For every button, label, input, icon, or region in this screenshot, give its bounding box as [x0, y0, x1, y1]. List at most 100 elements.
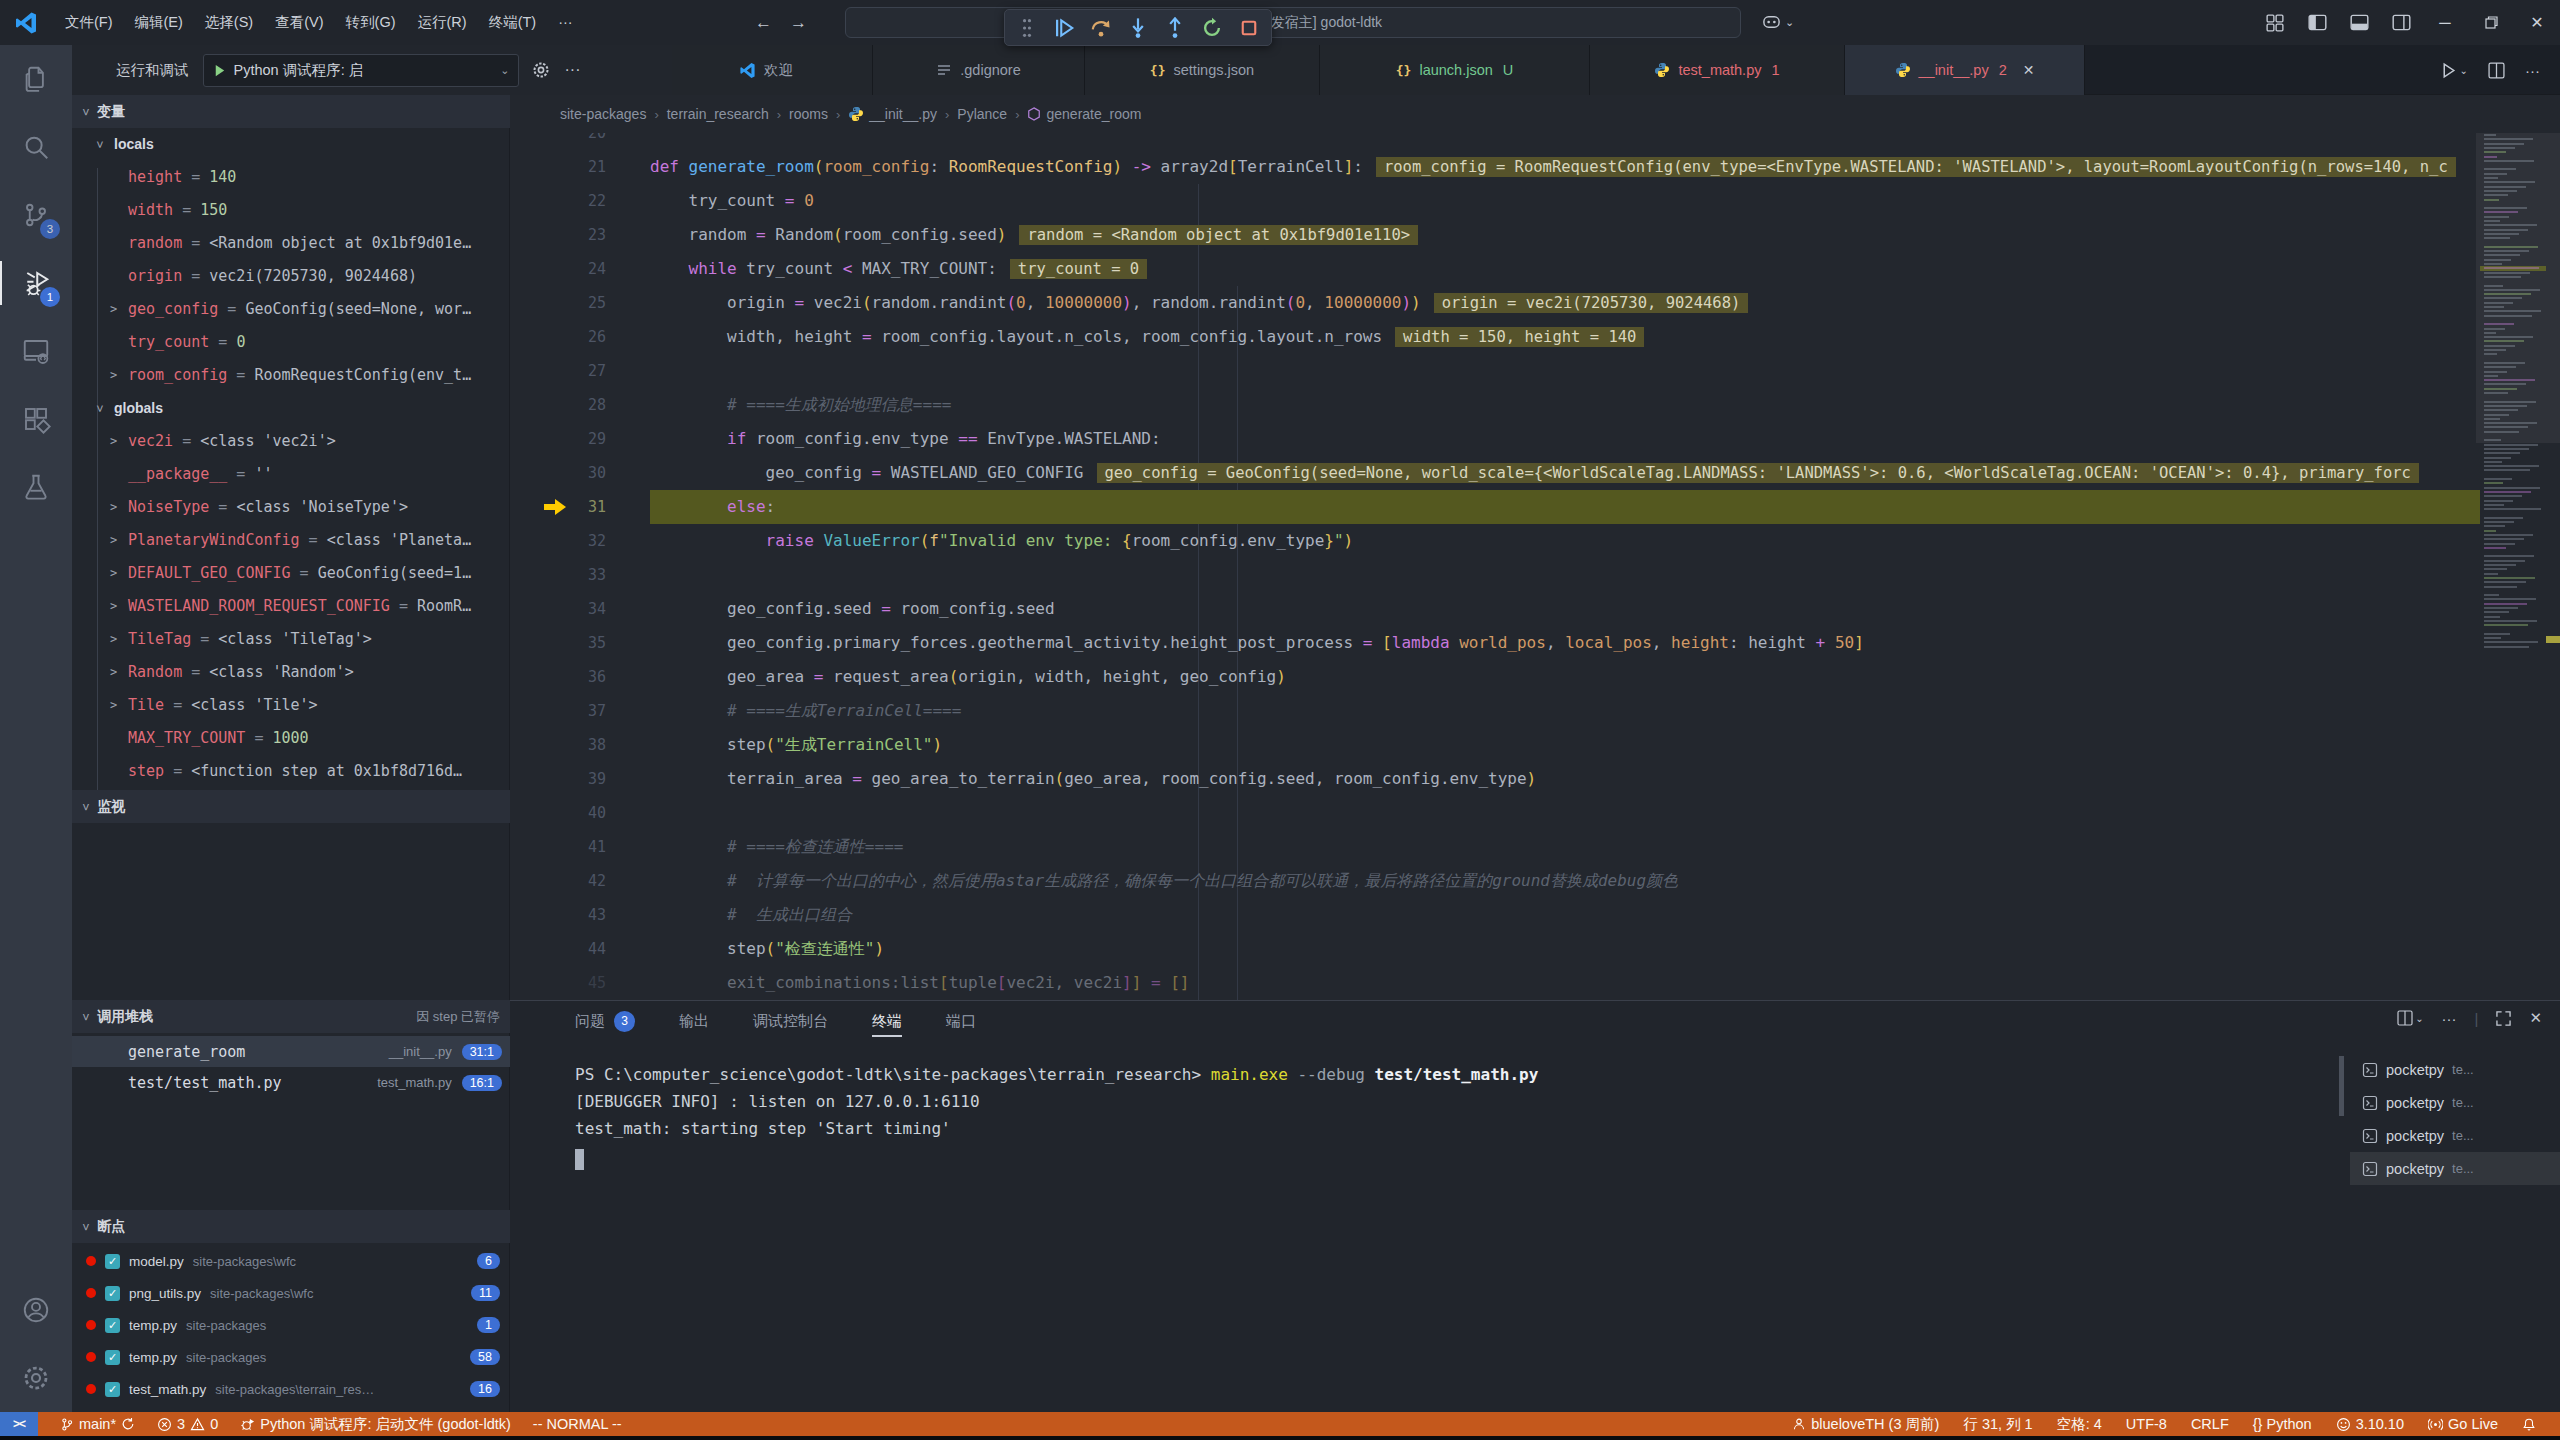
breakpoint-row[interactable]: ✓png_utils.pysite-packages\wfc11: [72, 1277, 510, 1309]
variable-row[interactable]: >DEFAULT_GEO_CONFIG = GeoConfig(seed=1…: [72, 557, 510, 590]
status-item[interactable]: 30: [157, 1416, 218, 1432]
breakpoint-row[interactable]: ✓temp.pysite-packages58: [72, 1341, 510, 1373]
breakpoint-checkbox[interactable]: ✓: [105, 1350, 120, 1365]
copilot-icon[interactable]: ⌄: [1762, 0, 1794, 45]
breakpoints-section-header[interactable]: >断点: [72, 1210, 510, 1243]
variable-row[interactable]: MAX_TRY_COUNT = 1000: [72, 722, 510, 755]
breakpoint-checkbox[interactable]: ✓: [105, 1382, 120, 1397]
breakpoint-row[interactable]: ✓temp.pysite-packages1: [72, 1309, 510, 1341]
breadcrumb-item[interactable]: rooms: [789, 106, 828, 122]
call-stack-frame[interactable]: test/test_math.pytest_math.py16:1: [72, 1067, 510, 1098]
breakpoint-checkbox[interactable]: ✓: [105, 1286, 120, 1301]
menu-item[interactable]: 转到(G): [335, 0, 407, 45]
toggle-secondary-sidebar-icon[interactable]: [2380, 0, 2422, 45]
menu-item[interactable]: 编辑(E): [124, 0, 194, 45]
variable-row[interactable]: width = 150: [72, 194, 510, 227]
remote-indicator[interactable]: ><: [0, 1412, 38, 1436]
toggle-sidebar-icon[interactable]: [2296, 0, 2338, 45]
call-stack-section-header[interactable]: >调用堆栈因 step 已暂停: [72, 1000, 510, 1033]
panel-scrollbar[interactable]: [2339, 1056, 2344, 1116]
breadcrumb-item[interactable]: __init__.py: [848, 106, 937, 122]
run-file-button[interactable]: ⌄: [2440, 62, 2468, 79]
sidebar-icon-testing[interactable]: [0, 453, 72, 521]
menu-item[interactable]: 文件(F): [54, 0, 124, 45]
close-panel-icon[interactable]: ✕: [2529, 1009, 2542, 1027]
variable-row[interactable]: >Tile = <class 'Tile'>: [72, 689, 510, 722]
panel-tab-输出[interactable]: 输出: [679, 1001, 709, 1041]
status-item[interactable]: main*: [60, 1416, 135, 1432]
sidebar-icon-remote-explorer[interactable]: [0, 317, 72, 385]
tab-__init__.py[interactable]: __init__.py2✕: [1845, 45, 2085, 95]
breakpoint-row[interactable]: ✓model.pysite-packages\wfc6: [72, 1245, 510, 1277]
step-out-button[interactable]: [1158, 13, 1191, 43]
variables-section-header[interactable]: >变量: [72, 95, 510, 128]
variable-row[interactable]: >room_config = RoomRequestConfig(env_t…: [72, 359, 510, 392]
variable-row[interactable]: origin = vec2i(7205730, 9024468): [72, 260, 510, 293]
tab-settings.json[interactable]: {}settings.json: [1085, 45, 1320, 95]
customize-layout-icon[interactable]: [2254, 0, 2296, 45]
more-actions-icon[interactable]: ···: [2525, 62, 2540, 79]
variable-row[interactable]: >Random = <class 'Random'>: [72, 656, 510, 689]
sidebar-icon-source-control[interactable]: 3: [0, 181, 72, 249]
terminal-list-item[interactable]: pocketpyte...: [2350, 1119, 2560, 1152]
back-arrow-icon[interactable]: ←: [755, 13, 772, 33]
variable-row[interactable]: step = <function step at 0x1bf8d716d…: [72, 755, 510, 788]
terminal-list-item[interactable]: pocketpyte...: [2350, 1053, 2560, 1086]
status-item[interactable]: Go Live: [2428, 1416, 2498, 1432]
status-item[interactable]: 空格: 4: [2057, 1415, 2102, 1434]
variable-row[interactable]: >PlanetaryWindConfig = <class 'Planeta…: [72, 524, 510, 557]
breakpoint-checkbox[interactable]: ✓: [105, 1254, 120, 1269]
terminal-output[interactable]: PS C:\computer_science\godot-ldtk\site-p…: [575, 1061, 1538, 1142]
status-item[interactable]: {} Python: [2253, 1416, 2312, 1432]
variable-row[interactable]: >NoiseType = <class 'NoiseType'>: [72, 491, 510, 524]
variable-group[interactable]: >globals: [72, 392, 510, 425]
sidebar-icon-search[interactable]: [0, 113, 72, 181]
variable-row[interactable]: height = 140: [72, 161, 510, 194]
sidebar-icon-explorer[interactable]: [0, 45, 72, 113]
panel-tab-端口[interactable]: 端口: [946, 1001, 976, 1041]
start-debug-icon[interactable]: [212, 63, 227, 78]
menu-item[interactable]: 终端(T): [478, 0, 548, 45]
status-item[interactable]: [2522, 1417, 2536, 1432]
split-terminal-icon[interactable]: ⌄: [2397, 1010, 2423, 1026]
status-item[interactable]: -- NORMAL --: [533, 1416, 622, 1432]
breadcrumb-item[interactable]: generate_room: [1027, 106, 1141, 122]
toggle-panel-icon[interactable]: [2338, 0, 2380, 45]
variable-row[interactable]: try_count = 0: [72, 326, 510, 359]
breadcrumb-item[interactable]: site-packages: [560, 106, 646, 122]
variable-row[interactable]: __package__ = '': [72, 458, 510, 491]
call-stack-frame[interactable]: generate_room__init__.py31:1: [72, 1036, 510, 1067]
status-item[interactable]: 行 31, 列 1: [1963, 1415, 2032, 1434]
sidebar-icon-settings[interactable]: [0, 1344, 72, 1412]
tab-欢迎[interactable]: 欢迎: [660, 45, 873, 95]
menu-item[interactable]: 选择(S): [194, 0, 264, 45]
sidebar-icon-run-debug[interactable]: 1: [0, 249, 72, 317]
watch-section-header[interactable]: >监视: [72, 790, 510, 823]
sidebar-icon-extensions[interactable]: [0, 385, 72, 453]
variable-group[interactable]: >locals: [72, 128, 510, 161]
step-into-button[interactable]: [1122, 13, 1155, 43]
minimize-button[interactable]: ─: [2422, 0, 2468, 45]
variable-row[interactable]: >TileTag = <class 'TileTag'>: [72, 623, 510, 656]
menu-item[interactable]: 查看(V): [264, 0, 334, 45]
panel-tab-调试控制台[interactable]: 调试控制台: [753, 1001, 828, 1041]
status-item[interactable]: Python 调试程序: 启动文件 (godot-ldtk): [240, 1415, 511, 1434]
maximize-panel-icon[interactable]: [2496, 1011, 2511, 1026]
step-over-button[interactable]: [1085, 13, 1118, 43]
tab-close-icon[interactable]: ✕: [2023, 62, 2035, 78]
menu-item[interactable]: 运行(R): [406, 0, 477, 45]
split-editor-icon[interactable]: [2488, 62, 2505, 79]
gear-icon[interactable]: [531, 60, 551, 80]
variable-row[interactable]: >geo_config = GeoConfig(seed=None, wor…: [72, 293, 510, 326]
terminal-list-item[interactable]: pocketpyte...: [2350, 1152, 2560, 1185]
breadcrumb-item[interactable]: Pylance: [957, 106, 1007, 122]
debug-config-dropdown[interactable]: Python 调试程序: 启 ⌄: [203, 54, 519, 87]
panel-tab-终端[interactable]: 终端: [872, 1001, 902, 1041]
tab-test_math.py[interactable]: test_math.py1: [1590, 45, 1845, 95]
variable-row[interactable]: random = <Random object at 0x1bf9d01e…: [72, 227, 510, 260]
breadcrumb-item[interactable]: terrain_research: [667, 106, 769, 122]
command-center-search[interactable]: [扩展开发宿主] godot-ldtk: [845, 7, 1741, 38]
more-actions-icon[interactable]: ···: [2442, 1010, 2457, 1027]
status-item[interactable]: CRLF: [2191, 1416, 2229, 1432]
code-editor[interactable]: 2021def generate_room(room_config: RoomR…: [510, 133, 2560, 1000]
